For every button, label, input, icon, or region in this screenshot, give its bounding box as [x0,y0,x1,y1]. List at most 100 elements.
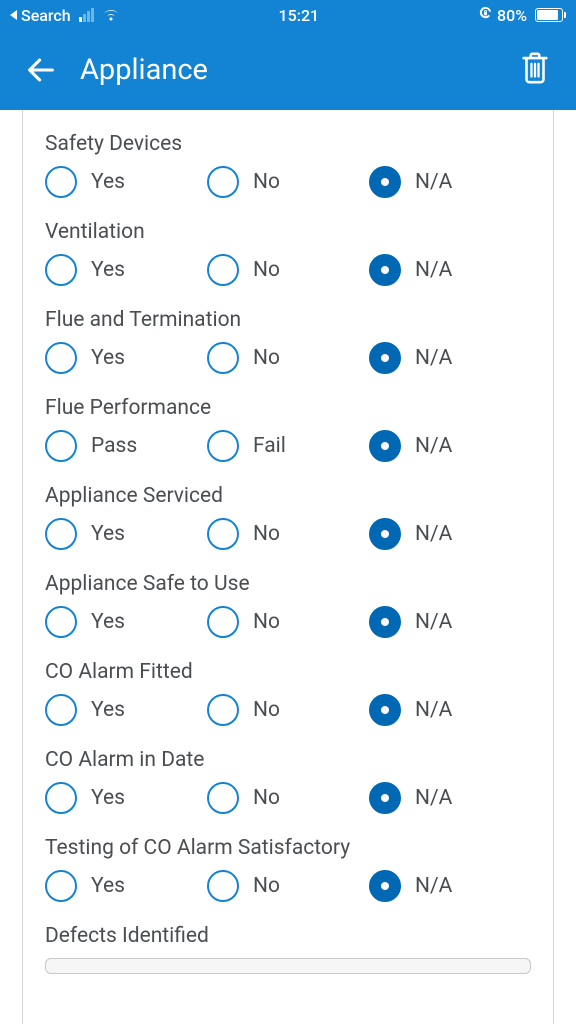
radio-option[interactable]: N/A [369,606,531,638]
radio-label: N/A [415,170,452,194]
back-button[interactable] [24,53,58,87]
radio-option[interactable]: No [207,166,369,198]
radio-option[interactable]: No [207,870,369,902]
page-title: Appliance [80,53,518,87]
radio-label: No [253,170,280,194]
rotation-lock-icon [478,6,493,25]
radio-label: Yes [91,346,125,370]
radio-option[interactable]: N/A [369,870,531,902]
radio-option[interactable]: Yes [45,870,207,902]
radio-label: Yes [91,610,125,634]
form-section: Appliance Serviced Yes No N/A [45,462,531,550]
radio-label: Yes [91,522,125,546]
radio-option[interactable]: N/A [369,430,531,462]
radio-button-icon [369,870,401,902]
radio-button-icon [45,166,77,198]
section-title: Ventilation [45,220,531,244]
radio-label: No [253,874,280,898]
radio-button-icon [207,166,239,198]
radio-label: No [253,786,280,810]
radio-option[interactable]: No [207,254,369,286]
radio-button-icon [207,254,239,286]
radio-group: Yes No N/A [45,518,531,550]
radio-button-icon [45,342,77,374]
radio-label: No [253,610,280,634]
radio-group: Yes No N/A [45,694,531,726]
radio-option[interactable]: Yes [45,342,207,374]
section-title: Defects Identified [45,924,531,948]
radio-option[interactable]: N/A [369,518,531,550]
form-section: CO Alarm in Date Yes No N/A [45,726,531,814]
radio-option[interactable]: N/A [369,342,531,374]
radio-button-icon [207,342,239,374]
radio-label: N/A [415,434,452,458]
radio-group: Yes No N/A [45,342,531,374]
radio-group: Yes No N/A [45,782,531,814]
radio-option[interactable]: N/A [369,694,531,726]
form-content: Safety DevicesYesNoN/AVentilationYesNoN/… [22,110,554,1024]
radio-button-icon [207,430,239,462]
radio-button-icon [369,342,401,374]
radio-label: Pass [91,434,137,458]
radio-label: N/A [415,346,452,370]
radio-option[interactable]: N/A [369,166,531,198]
radio-button-icon [45,694,77,726]
status-bar: Search 15:21 80% [0,0,576,30]
radio-button-icon [45,606,77,638]
radio-button-icon [207,606,239,638]
status-right: 80% [478,6,566,25]
radio-group: Pass Fail N/A [45,430,531,462]
section-title: CO Alarm in Date [45,748,531,772]
radio-button-icon [369,166,401,198]
trash-icon [518,49,552,87]
section-title: CO Alarm Fitted [45,660,531,684]
radio-label: N/A [415,522,452,546]
radio-label: Yes [91,698,125,722]
status-left: Search [10,6,120,25]
section-title: Flue Performance [45,396,531,420]
form-section: Testing of CO Alarm SatisfactoryYesNoN/A [45,814,531,902]
battery-percent: 80% [497,6,527,25]
radio-button-icon [369,606,401,638]
form-section: Safety Devices Yes No N/A [45,110,531,198]
form-section: Ventilation YesNoN/A [45,198,531,286]
form-section: Flue and Termination Yes No N/A [45,286,531,374]
form-section: CO Alarm Fitted Yes No N/A [45,638,531,726]
radio-option[interactable]: Fail [207,430,369,462]
radio-group: Yes No N/A [45,870,531,902]
radio-option[interactable]: Yes [45,254,207,286]
radio-label: No [253,698,280,722]
radio-option[interactable]: No [207,782,369,814]
nav-bar: Appliance [0,30,576,110]
form-section: Appliance Safe to Use Yes No N/A [45,550,531,638]
radio-option[interactable]: Yes [45,782,207,814]
radio-option[interactable]: Pass [45,430,207,462]
radio-option[interactable]: Yes [45,606,207,638]
radio-option[interactable]: Yes [45,166,207,198]
radio-option[interactable]: Yes [45,694,207,726]
radio-group: YesNoN/A [45,254,531,286]
back-to-app-icon[interactable] [10,10,17,20]
radio-button-icon [369,782,401,814]
radio-label: N/A [415,874,452,898]
back-to-app-label[interactable]: Search [21,6,71,25]
radio-option[interactable]: No [207,606,369,638]
section-title: Safety Devices [45,132,531,156]
radio-option[interactable]: N/A [369,782,531,814]
radio-button-icon [207,694,239,726]
section-title: Appliance Safe to Use [45,572,531,596]
radio-option[interactable]: No [207,694,369,726]
radio-button-icon [45,782,77,814]
section-title: Flue and Termination [45,308,531,332]
battery-icon [531,8,566,22]
radio-option[interactable]: N/A [369,254,531,286]
defects-input[interactable] [45,958,531,974]
section-title: Appliance Serviced [45,484,531,508]
radio-button-icon [207,518,239,550]
radio-button-icon [45,254,77,286]
radio-option[interactable]: Yes [45,518,207,550]
radio-button-icon [369,254,401,286]
radio-option[interactable]: No [207,342,369,374]
radio-option[interactable]: No [207,518,369,550]
delete-button[interactable] [518,49,552,91]
